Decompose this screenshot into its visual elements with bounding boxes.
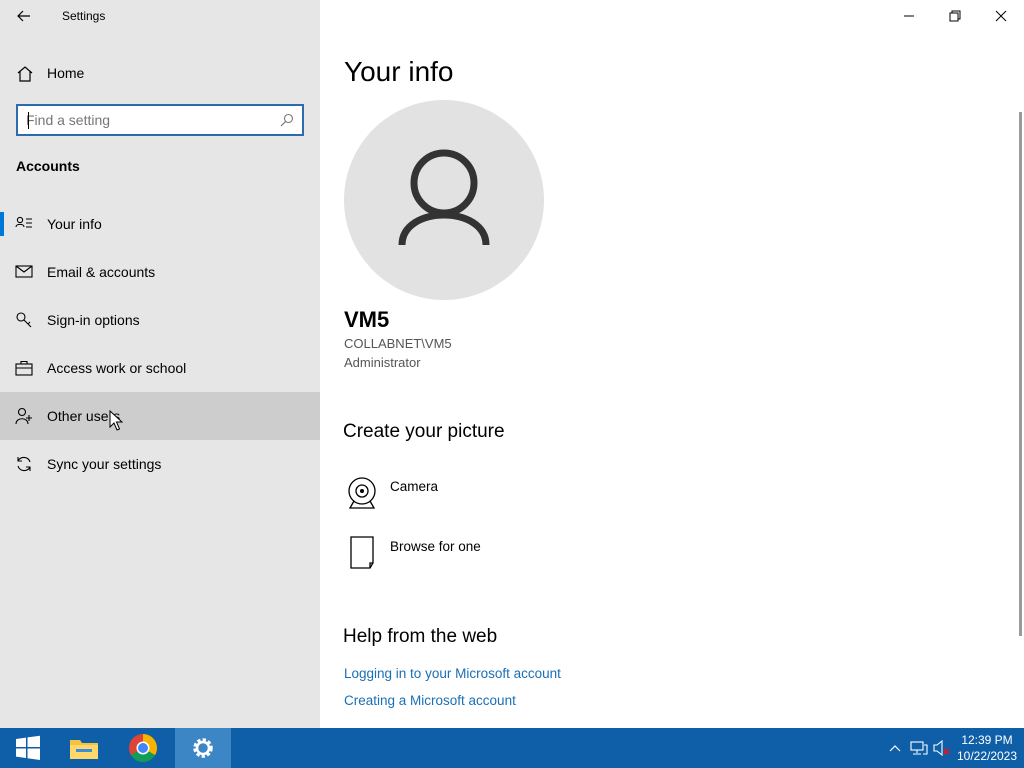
- show-hidden-icons-button[interactable]: [886, 739, 904, 757]
- volume-muted-icon: [933, 740, 950, 756]
- camera-option[interactable]: Camera: [344, 475, 644, 515]
- file-explorer-button[interactable]: [56, 728, 112, 768]
- scrollbar[interactable]: [1019, 112, 1022, 636]
- taskbar: 12:39 PM 10/22/2023: [0, 728, 1024, 768]
- start-button[interactable]: [0, 728, 56, 768]
- user-role: Administrator: [344, 355, 421, 370]
- section-title: Accounts: [16, 158, 80, 174]
- user-name: VM5: [344, 307, 390, 332]
- sidebar-item-your-info[interactable]: Your info: [0, 200, 320, 248]
- selection-indicator: [0, 212, 4, 236]
- back-button[interactable]: [10, 4, 38, 28]
- close-button[interactable]: [978, 0, 1024, 32]
- user-domain: COLLABNET\VM5: [344, 336, 452, 351]
- person-add-icon: [15, 407, 32, 425]
- sync-icon: [17, 456, 31, 472]
- browse-label: Browse for one: [390, 539, 481, 554]
- sidebar-item-sign-in-options[interactable]: Sign-in options: [0, 296, 320, 344]
- camera-label: Camera: [390, 479, 439, 494]
- sidebar-item-home[interactable]: Home: [0, 56, 320, 90]
- mouse-cursor-icon: [109, 410, 123, 431]
- sidebar-item-access-work[interactable]: Access work or school: [0, 344, 320, 392]
- sidebar-item-other-users[interactable]: Other users: [0, 392, 320, 440]
- chrome-icon: [129, 734, 157, 762]
- user-icon: [398, 149, 490, 246]
- close-icon: [995, 10, 1007, 22]
- sidebar: Settings Home Accounts Your info Email &…: [0, 0, 320, 728]
- search-icon[interactable]: [280, 113, 294, 127]
- sidebar-item-email-accounts[interactable]: Email & accounts: [0, 248, 320, 296]
- sidebar-item-sync[interactable]: Sync your settings: [0, 440, 320, 488]
- sidebar-item-label: Access work or school: [47, 360, 187, 376]
- page-title: Your info: [344, 56, 454, 87]
- link-create-account[interactable]: Creating a Microsoft account: [344, 693, 516, 708]
- network-tray-button[interactable]: [910, 739, 928, 757]
- restore-icon: [949, 10, 961, 22]
- camera-icon: [348, 477, 376, 509]
- minimize-icon: [904, 15, 914, 17]
- restore-button[interactable]: [932, 0, 978, 32]
- browse-option[interactable]: Browse for one: [344, 535, 644, 575]
- volume-tray-button[interactable]: [933, 739, 951, 757]
- clock-date: 10/22/2023: [956, 749, 1018, 763]
- network-icon: [910, 741, 928, 755]
- text-caret: [28, 112, 29, 129]
- sidebar-item-label: Your info: [47, 216, 102, 232]
- file-icon: [350, 536, 374, 569]
- chevron-up-icon: [889, 745, 901, 752]
- search-input[interactable]: [26, 110, 276, 130]
- help-title: Help from the web: [343, 626, 498, 647]
- sidebar-item-label: Email & accounts: [47, 264, 156, 280]
- mail-icon: [15, 265, 33, 278]
- app-title: Settings: [62, 9, 106, 23]
- key-icon: [16, 312, 32, 328]
- back-arrow-icon: [17, 10, 30, 22]
- sidebar-item-label: Sync your settings: [47, 456, 162, 472]
- contact-card-icon: [15, 216, 32, 228]
- sidebar-item-label: Sign-in options: [47, 312, 140, 328]
- taskbar-clock[interactable]: 12:39 PM 10/22/2023: [950, 732, 1024, 764]
- search-box[interactable]: [16, 104, 304, 136]
- sidebar-item-label: Home: [47, 65, 85, 81]
- briefcase-icon: [15, 360, 33, 376]
- settings-icon: [193, 738, 213, 758]
- start-icon: [16, 735, 40, 760]
- link-logging-in[interactable]: Logging in to your Microsoft account: [344, 666, 561, 681]
- minimize-button[interactable]: [886, 0, 932, 32]
- settings-taskbar-button[interactable]: [175, 728, 231, 768]
- create-picture-title: Create your picture: [343, 421, 505, 442]
- avatar: [344, 100, 544, 300]
- file-explorer-icon: [70, 740, 98, 759]
- chrome-button[interactable]: [115, 728, 171, 768]
- titlebar: Settings: [0, 0, 320, 32]
- clock-time: 12:39 PM: [961, 733, 1013, 747]
- home-icon: [17, 66, 33, 82]
